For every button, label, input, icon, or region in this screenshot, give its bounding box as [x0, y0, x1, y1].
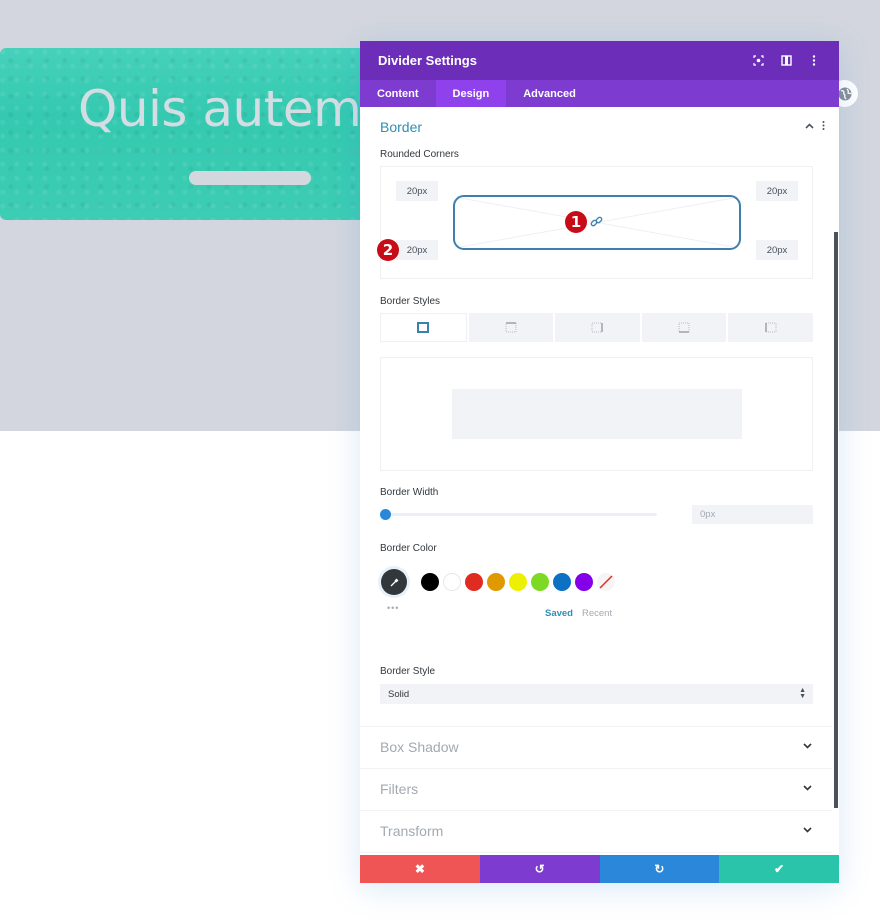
more-colors-button[interactable]: ••• — [387, 603, 399, 613]
rounded-corners-label: Rounded Corners — [380, 149, 459, 160]
accordion-filters[interactable]: Filters — [360, 768, 832, 810]
panel-footer: ✖ ↺ ↻ ✔ — [360, 855, 839, 883]
border-top-icon — [505, 322, 517, 333]
bottom-right-radius-input[interactable]: 20px — [756, 240, 798, 260]
border-left-icon — [764, 322, 777, 333]
border-style-bottom[interactable] — [641, 313, 727, 342]
settings-panel: Divider Settings Content Design Advanced… — [360, 41, 839, 883]
saved-colors-tab[interactable]: Saved — [545, 608, 573, 619]
border-width-label: Border Width — [380, 487, 439, 498]
accordion-label: Filters — [380, 781, 419, 797]
color-swatch[interactable] — [575, 573, 593, 591]
accordion-label: Transform — [380, 823, 444, 839]
undo-icon: ↺ — [534, 862, 545, 876]
border-style-value: Solid — [388, 688, 410, 700]
annotation-badge-1: 1 — [565, 211, 587, 233]
chevron-down-icon — [803, 741, 812, 752]
border-bottom-icon — [678, 322, 690, 333]
color-swatch[interactable] — [509, 573, 527, 591]
check-icon: ✔ — [774, 862, 785, 876]
split-view-icon[interactable] — [779, 54, 793, 68]
border-width-slider-thumb[interactable] — [380, 509, 391, 520]
expand-icon[interactable] — [751, 54, 765, 68]
divider-module[interactable] — [189, 171, 311, 185]
recent-colors-tab[interactable]: Recent — [582, 608, 612, 619]
more-vert-icon[interactable] — [807, 54, 821, 68]
border-style-select[interactable]: Solid ▲ ▼ — [380, 684, 813, 704]
border-width-slider-track[interactable] — [384, 513, 657, 516]
border-style-all[interactable] — [380, 313, 467, 342]
link-icon[interactable] — [590, 215, 603, 233]
border-color-label: Border Color — [380, 543, 437, 554]
swatch-none[interactable] — [597, 573, 615, 591]
border-styles-tabs — [380, 313, 813, 342]
border-style-label: Border Style — [380, 666, 436, 677]
cancel-button[interactable]: ✖ — [360, 855, 480, 883]
panel-header: Divider Settings — [360, 41, 839, 80]
border-styles-label: Border Styles — [380, 296, 441, 307]
border-preview-element — [452, 389, 742, 439]
panel-scrollbar[interactable] — [834, 232, 838, 808]
color-swatch[interactable] — [465, 573, 483, 591]
border-all-icon — [417, 322, 430, 333]
color-swatch[interactable] — [487, 573, 505, 591]
accordion-transform[interactable]: Transform — [360, 810, 832, 852]
redo-button[interactable]: ↻ — [599, 855, 720, 883]
hero-title: Quis autem v — [78, 80, 406, 138]
tab-design[interactable]: Design — [435, 80, 507, 107]
section-title-border[interactable]: Border — [380, 119, 422, 135]
redo-icon: ↻ — [654, 862, 665, 876]
rounded-corners-control: 20px 20px 20px 20px 1 2 — [377, 166, 813, 279]
color-swatch[interactable] — [553, 573, 571, 591]
undo-button[interactable]: ↺ — [479, 855, 600, 883]
color-picker-button[interactable] — [381, 569, 407, 595]
border-style-left[interactable] — [728, 313, 813, 342]
eyedropper-icon — [390, 578, 398, 586]
close-icon: ✖ — [414, 862, 425, 876]
annotation-badge-2: 2 — [377, 239, 399, 261]
panel-title: Divider Settings — [378, 53, 477, 68]
panel-content: Border Rounded Corners 20px 20px 20px 20… — [360, 107, 839, 855]
top-right-radius-input[interactable]: 20px — [756, 181, 798, 201]
chevron-down-icon — [803, 783, 812, 794]
chevron-up-icon[interactable] — [805, 121, 814, 133]
bottom-left-radius-input[interactable]: 20px — [396, 240, 438, 260]
accordion-label: Box Shadow — [380, 739, 459, 755]
page: Quis autem v Divider Settings Content De… — [0, 0, 880, 924]
border-style-top[interactable] — [468, 313, 554, 342]
border-right-icon — [591, 322, 604, 333]
top-left-radius-input[interactable]: 20px — [396, 181, 438, 201]
color-swatch[interactable] — [421, 573, 439, 591]
accordion-box-shadow[interactable]: Box Shadow — [360, 726, 832, 768]
border-style-right[interactable] — [555, 313, 640, 342]
section-more-icon[interactable] — [822, 121, 825, 133]
tab-advanced[interactable]: Advanced — [506, 80, 593, 107]
save-button[interactable]: ✔ — [719, 855, 839, 883]
color-swatch[interactable] — [531, 573, 549, 591]
globe-icon — [838, 87, 851, 100]
tab-content[interactable]: Content — [360, 80, 436, 107]
chevron-down-icon — [803, 825, 812, 836]
tab-bar: Content Design Advanced — [360, 80, 839, 107]
border-preview — [380, 357, 813, 471]
select-arrows-icon: ▲ ▼ — [799, 687, 806, 700]
color-swatch[interactable] — [443, 573, 461, 591]
border-width-input[interactable]: 0px — [692, 505, 813, 524]
